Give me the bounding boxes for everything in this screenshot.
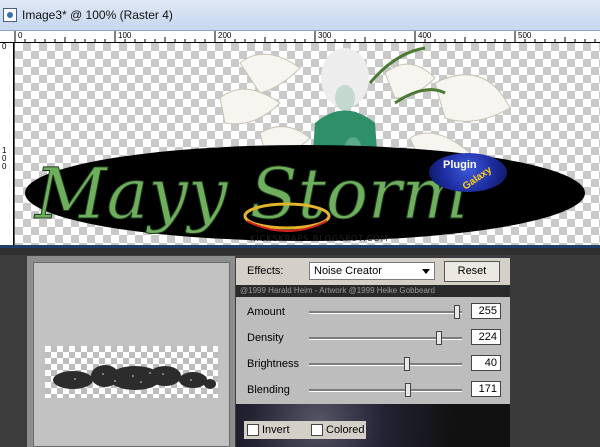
slider-thumb[interactable] [403, 357, 410, 371]
watermark-text: KICKSKRAPS.BLOGSPOT.COM [250, 234, 389, 243]
slider-row-blending: Blending 171 [236, 378, 510, 402]
chevron-down-icon [422, 269, 430, 274]
vertical-ruler: 0 100 [0, 43, 14, 245]
options-bar: Invert Colored [244, 421, 366, 439]
effects-dropdown[interactable]: Noise Creator [309, 262, 435, 280]
slider-row-amount: Amount 255 [236, 300, 510, 324]
density-value-field[interactable]: 224 [471, 329, 501, 345]
reset-button[interactable]: Reset [444, 261, 500, 282]
slider-label: Brightness [247, 358, 299, 370]
right-gutter [510, 255, 600, 447]
ruler-tick-label: 0 [2, 42, 7, 51]
slider-thumb[interactable] [454, 305, 461, 319]
image-document-icon [3, 8, 17, 22]
slider-thumb[interactable] [436, 331, 443, 345]
blending-value-field[interactable]: 171 [471, 381, 501, 397]
image-canvas[interactable]: Mayy Storm KICKSKRAPS.BLOGSPOT.COM [15, 43, 600, 245]
effects-bar: Effects: Noise Creator Reset [236, 258, 510, 285]
checkbox-box[interactable] [247, 424, 259, 436]
slider-row-density: Density 224 [236, 326, 510, 350]
slider-panel: Amount 255 Density 224 Brightness 40 Ble… [236, 297, 510, 404]
canvas-artwork: Mayy Storm KICKSKRAPS.BLOGSPOT.COM [25, 46, 585, 243]
preview-artwork [53, 365, 216, 390]
plugin-galaxy-logo: Plugin Galaxy [429, 153, 507, 192]
checkbox-label: Invert [262, 424, 290, 436]
slider-label: Density [247, 332, 284, 344]
slider-row-brightness: Brightness 40 [236, 352, 510, 376]
amount-slider[interactable] [309, 305, 462, 319]
effects-label: Effects: [247, 265, 284, 277]
checkbox-box[interactable] [311, 424, 323, 436]
preview-pane[interactable] [33, 262, 230, 447]
brightness-value-field[interactable]: 40 [471, 355, 501, 371]
effects-dropdown-value: Noise Creator [314, 265, 382, 277]
ruler-tick-label: 100 [2, 146, 7, 171]
document-title-bar[interactable]: Image3* @ 100% (Raster 4) [0, 0, 600, 31]
preview-image [45, 346, 218, 398]
density-slider[interactable] [309, 331, 462, 345]
dialog-artwork: Invert Colored [236, 404, 510, 447]
slider-label: Blending [247, 384, 290, 396]
logo-text-plugin: Plugin [443, 159, 477, 171]
brightness-slider[interactable] [309, 357, 462, 371]
amount-value-field[interactable]: 255 [471, 303, 501, 319]
copyright-credit: @1999 Harald Heim - Artwork @1999 Heike … [236, 285, 510, 297]
blending-slider[interactable] [309, 383, 462, 397]
canvas-scrollbar[interactable] [0, 245, 600, 255]
slider-label: Amount [247, 306, 285, 318]
checkbox-label: Colored [326, 424, 365, 436]
horizontal-ruler: 0 100 200 300 400 500 [0, 31, 600, 43]
ruler-ticks [14, 31, 596, 42]
document-title: Image3* @ 100% (Raster 4) [22, 8, 173, 22]
slider-thumb[interactable] [405, 383, 412, 397]
